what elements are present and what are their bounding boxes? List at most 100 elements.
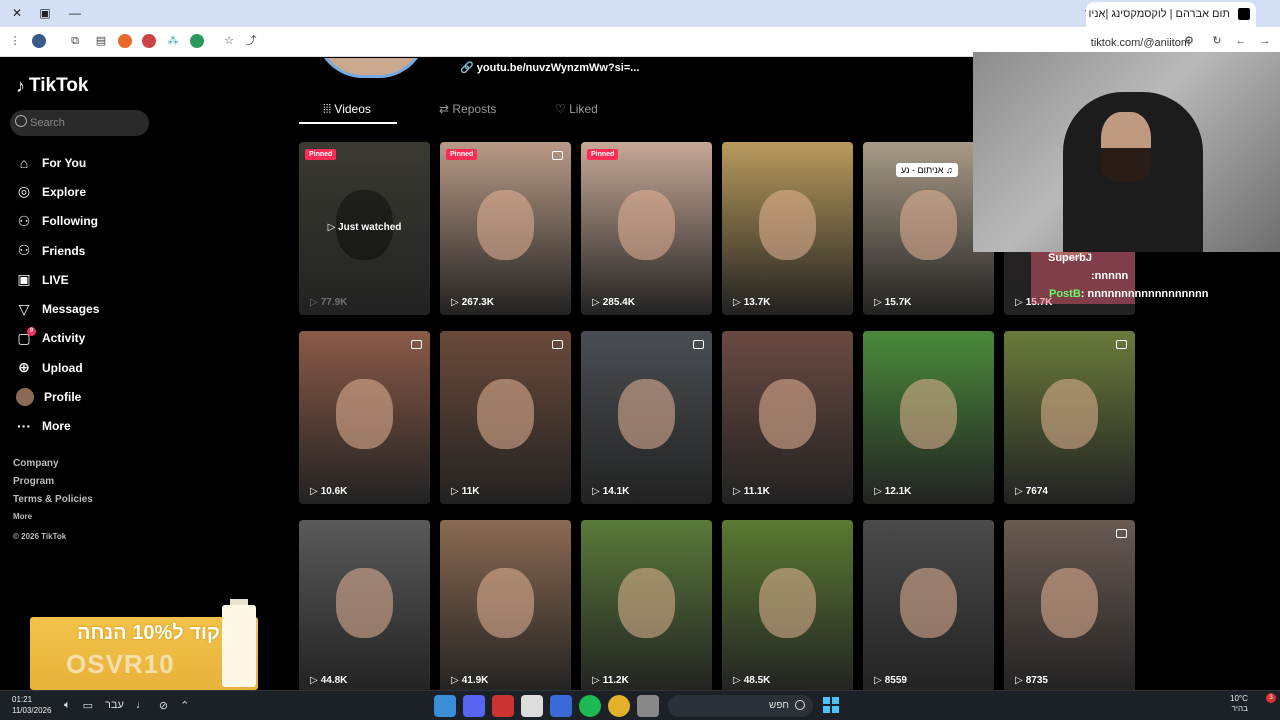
tiktok-logo[interactable]: ♪ TikTok (16, 75, 88, 97)
video-card[interactable]: ▷ 12.1K (863, 331, 994, 504)
app-icon[interactable] (521, 695, 543, 717)
share-icon[interactable]: ⤴ (244, 34, 258, 48)
reload-icon[interactable]: ↻ (1210, 34, 1224, 48)
discord-icon[interactable] (463, 695, 485, 717)
view-count: ▷ 41.9K (451, 675, 488, 686)
video-card[interactable]: ▷ 14.1K (581, 331, 712, 504)
profile-icon[interactable] (32, 34, 46, 48)
browser-tab[interactable]: תום אברהם | לוקסמקסינג |אניו (1086, 2, 1256, 27)
webcam-overlay (973, 52, 1280, 252)
site-info-icon[interactable]: ⚙ (1182, 34, 1196, 48)
tab-reposts[interactable]: ⇄ Reposts (417, 102, 533, 124)
close-window-icon[interactable]: ✕ (8, 5, 26, 21)
menu-dots-icon[interactable]: ⋮ (8, 34, 22, 48)
pinned-badge: Pinned (305, 149, 337, 160)
profile-avatar[interactable] (315, 58, 427, 78)
chrome-icon[interactable] (608, 695, 630, 717)
sidebar-item-profile[interactable]: Profile (14, 382, 99, 411)
view-count: ▷ 48.5K (733, 675, 770, 686)
windows-start-icon[interactable] (823, 697, 839, 713)
display-icon[interactable]: ▭ (83, 699, 93, 712)
url-text[interactable]: tiktok.com/@aniitom (1091, 37, 1190, 49)
video-card[interactable]: Pinned ▷ 267.3K (440, 142, 571, 315)
video-card[interactable]: ▷ 41.9K (440, 520, 571, 690)
tab-liked-label: Liked (569, 102, 598, 116)
restore-window-icon[interactable]: ▣ (36, 5, 54, 21)
play-icon: ▷ (874, 486, 882, 497)
sidebar-item-following[interactable]: ⚇ Following (14, 207, 99, 236)
chevron-up-icon[interactable]: ⌃ (180, 699, 189, 712)
extension-icon[interactable] (190, 34, 204, 48)
play-icon: ▷ (327, 222, 339, 233)
footer-terms[interactable]: Terms & Policies (13, 494, 93, 512)
wifi-off-icon[interactable]: ⊘ (159, 699, 168, 712)
weather-widget[interactable]: 10°C בהיר (1230, 694, 1248, 714)
chat-user: SuperbJ (1048, 252, 1093, 264)
play-icon: ▷ (874, 297, 882, 308)
view-count: ▷ 11K (451, 486, 480, 497)
footer-company[interactable]: Company (13, 458, 93, 476)
extension-icon[interactable]: ▤ (94, 34, 108, 48)
tab-videos[interactable]: ⦙⦙⦙ Videos (299, 102, 397, 124)
video-card[interactable]: ▷ 7674 (1004, 331, 1135, 504)
photo-icon (411, 340, 422, 349)
video-card[interactable]: Pinned ▷ 285.4K (581, 142, 712, 315)
stream-chat: SuperbJ :nnnnn PostB: nnnnnnnnnnnnnnnnnn (1003, 252, 1233, 306)
search-input[interactable]: Search (10, 110, 149, 136)
video-card[interactable]: ▷ 48.5K (722, 520, 853, 690)
footer-program[interactable]: Program (13, 476, 93, 494)
video-card[interactable]: ▷ 13.7K (722, 142, 853, 315)
sidebar-footer: Company Program Terms & Policies More © … (13, 458, 93, 552)
volume-icon[interactable]: 🔈︎ (64, 699, 71, 712)
live-icon: ▣ (17, 271, 31, 288)
sidebar-item-for-you[interactable]: ⌂ For You (14, 148, 99, 177)
sidebar-item-upload[interactable]: ⊕ Upload (14, 353, 99, 382)
view-count: ▷ 267.3K (451, 297, 494, 308)
minimize-window-icon[interactable]: — (66, 5, 84, 21)
video-card[interactable]: ▷ 8559 (863, 520, 994, 690)
sidebar-item-more[interactable]: ··· More (14, 412, 99, 441)
telegram-icon[interactable] (434, 695, 456, 717)
tab-liked[interactable]: ♡ Liked (533, 102, 649, 124)
tab-reposts-label: Reposts (452, 102, 497, 116)
video-card[interactable]: ▷ 10.6K (299, 331, 430, 504)
files-icon[interactable] (637, 695, 659, 717)
video-card[interactable]: ▷ 11.2K (581, 520, 712, 690)
extensions-icon[interactable]: ⧉ (68, 34, 82, 48)
language-indicator[interactable]: עבר (105, 699, 124, 712)
spotify-icon[interactable] (579, 695, 601, 717)
sidebar-item-label: LIVE (42, 272, 69, 287)
video-card[interactable]: ▷ 44.8K (299, 520, 430, 690)
taskbar: 01:21 11/03/2026 🔈︎ ▭ עבר ♩ ⊘ ⌃ חפש 10°C… (0, 690, 1280, 720)
video-card[interactable]: ▷ 11.1K (722, 331, 853, 504)
clock[interactable]: 01:21 11/03/2026 (12, 694, 51, 716)
view-count: ▷ 77.9K (310, 297, 347, 308)
app-icon[interactable] (492, 695, 514, 717)
back-icon[interactable]: ← (1234, 34, 1248, 48)
sidebar-item-live[interactable]: ▣ LIVE (14, 265, 99, 294)
video-card[interactable]: Pinned ▷ Just watched ▷ 77.9K (299, 142, 430, 315)
extension-icon[interactable] (142, 34, 156, 48)
mic-icon[interactable]: ♩ (136, 699, 147, 712)
video-card[interactable]: ▷ 8735 (1004, 520, 1135, 690)
sidebar-item-explore[interactable]: ◎ Explore (14, 177, 99, 206)
profile-tabs: ⦙⦙⦙ Videos ⇄ Reposts ♡ Liked (299, 102, 649, 124)
profile-link[interactable]: 🔗 youtu.be/nuvzWynzmWw?si=... (460, 61, 639, 74)
send-icon: ▽ (18, 300, 30, 317)
video-card[interactable]: ▷ 11K (440, 331, 571, 504)
footer-more[interactable]: More (13, 512, 93, 532)
forward-icon[interactable]: → (1258, 34, 1272, 48)
view-count: ▷ 10.6K (310, 486, 347, 497)
extension-icon[interactable] (118, 34, 132, 48)
star-icon[interactable]: ☆ (222, 34, 236, 48)
video-thumbnail (899, 379, 958, 449)
video-thumbnail (899, 190, 958, 260)
taskbar-search[interactable]: חפש (668, 695, 813, 717)
sidebar-item-friends[interactable]: ⚇ Friends (14, 236, 99, 265)
sidebar-item-messages[interactable]: ▽ Messages (14, 294, 100, 323)
extension-icon[interactable]: ⁂ (166, 34, 180, 48)
view-count: ▷ 13.7K (733, 297, 770, 308)
video-thumbnail (1040, 379, 1099, 449)
apps-grid-icon[interactable] (550, 695, 572, 717)
sidebar-item-activity[interactable]: ▢ 9 Activity (14, 324, 99, 353)
